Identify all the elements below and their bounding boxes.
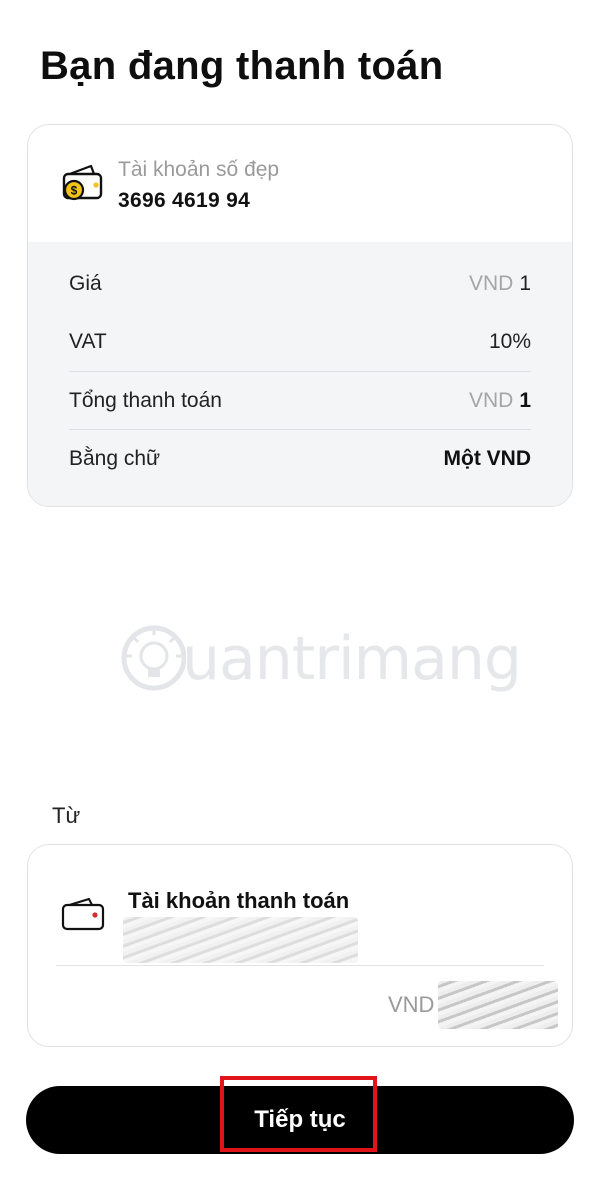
redacted-account-number: [123, 917, 358, 963]
target-account-row: $ Tài khoản số đẹp 3696 4619 94: [28, 125, 572, 242]
vat-value: 10%: [488, 330, 531, 353]
target-account-number: 3696 4619 94: [118, 189, 251, 212]
price-currency: VND: [468, 272, 514, 295]
vat-label: VAT: [69, 330, 107, 353]
page-title: Bạn đang thanh toán: [40, 44, 444, 88]
balance-currency: VND: [388, 992, 435, 1017]
price-amount: VND 1: [469, 272, 531, 296]
in-words-value: Một VND: [443, 446, 532, 470]
payment-confirmation-screen: Bạn đang thanh toán $ Tài khoản số đẹp 3…: [0, 0, 600, 1180]
in-words-row: Bằng chữ Một VND: [69, 429, 531, 487]
money-wallet-icon: $: [62, 164, 103, 201]
wallet-icon: [61, 898, 105, 931]
price-label: Giá: [69, 272, 102, 295]
payment-summary-card: $ Tài khoản số đẹp 3696 4619 94 Giá VND 1…: [27, 124, 573, 507]
highlight-annotation: [220, 1076, 377, 1152]
target-account-name: Tài khoản số đẹp: [118, 158, 280, 181]
price-row: Giá VND 1: [69, 255, 531, 313]
source-divider: [56, 965, 544, 966]
watermark: uantrimang: [116, 620, 522, 720]
total-amount: VND 1: [469, 389, 531, 413]
source-account-name: Tài khoản thanh toán: [128, 888, 350, 913]
total-currency: VND: [468, 388, 514, 412]
source-account-card[interactable]: Tài khoản thanh toán VND: [27, 844, 573, 1047]
source-section-label: Từ: [52, 803, 81, 828]
price-value: 1: [519, 272, 531, 295]
lightbulb-logo-icon: [121, 625, 186, 691]
svg-text:$: $: [71, 184, 78, 198]
vat-row: VAT 10%: [69, 313, 531, 371]
total-row: Tổng thanh toán VND 1: [69, 371, 531, 429]
total-label: Tổng thanh toán: [69, 388, 222, 412]
redacted-balance: [438, 981, 558, 1029]
watermark-text: uantrimang: [182, 624, 522, 694]
payment-details-panel: Giá VND 1 VAT 10% Tổng thanh toán VND 1 Bằ…: [28, 242, 572, 506]
total-value: 1: [519, 388, 531, 412]
in-words-label: Bằng chữ: [69, 446, 161, 470]
